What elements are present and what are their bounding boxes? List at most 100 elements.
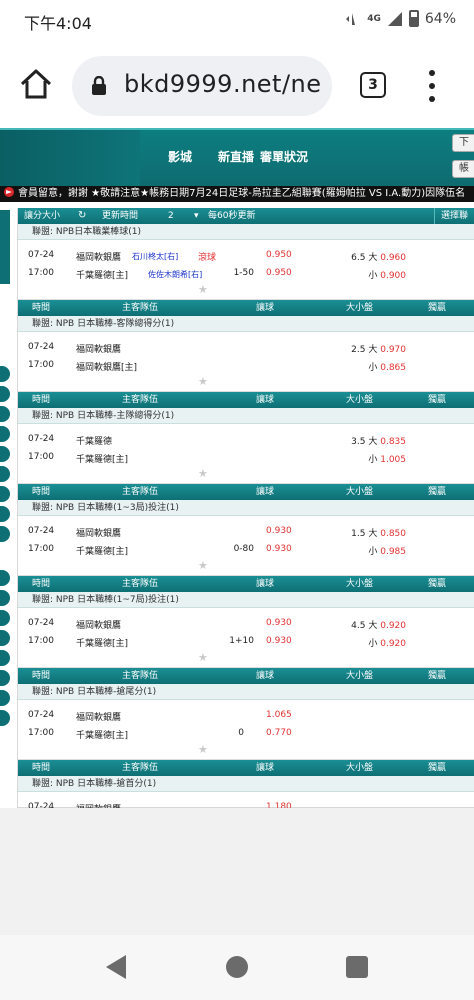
handicap-odds-home[interactable]: 0.930	[266, 526, 292, 536]
col-moneyline: 獨贏	[428, 303, 447, 313]
browser-toolbar: bkd9999.net/ne 3	[0, 44, 474, 128]
col-handicap: 讓球	[256, 303, 275, 313]
league-title[interactable]: 聯盟: NPB 日本職棒-搶尾分(1)	[18, 684, 474, 700]
over-under-under[interactable]: 小 1.005	[368, 452, 406, 465]
over-under-over[interactable]: 1.5 大 0.850	[351, 526, 406, 539]
team-away: 千葉羅德[主]	[76, 547, 129, 557]
odds-type-label[interactable]: 讓分大小	[24, 208, 60, 224]
col-teams: 主客隊伍	[122, 763, 159, 773]
over-under-over[interactable]: 6.5 大 0.960	[351, 250, 406, 263]
league-title[interactable]: 聯盟: NPB 日本職棒-主隊總得分(1)	[18, 408, 474, 424]
favorite-star-icon[interactable]: ★	[198, 651, 208, 664]
match-time: 17:00	[28, 452, 54, 462]
col-over-under: 大小盤	[346, 395, 374, 405]
announcement-marquee: 會員留意，謝謝 ★敬請注意★帳務日期7月24日足球-烏拉圭乙組聯賽(羅姆帕拉 V…	[0, 186, 474, 202]
col-time: 時間	[32, 671, 51, 681]
announcement-text: 會員留意，謝謝 ★敬請注意★帳務日期7月24日足球-烏拉圭乙組聯賽(羅姆帕拉 V…	[18, 188, 466, 199]
team-away: 千葉羅德[主]	[76, 455, 129, 465]
recent-apps-icon[interactable]	[346, 956, 368, 978]
lock-icon	[92, 76, 106, 95]
nav-cinema[interactable]: 影城	[168, 148, 192, 165]
column-header-row: 時間 主客隊伍 讓球 大小盤 獨贏	[18, 392, 474, 408]
browser-menu-icon[interactable]	[422, 70, 442, 102]
match-date: 07-24	[28, 250, 55, 260]
over-under-under[interactable]: 小 0.865	[368, 360, 406, 373]
col-over-under: 大小盤	[346, 671, 374, 681]
handicap-odds-away[interactable]: 0.770	[266, 728, 292, 738]
refresh-label[interactable]: 更新時間	[102, 208, 138, 224]
league-select-button[interactable]: 選擇聯	[434, 208, 474, 224]
col-moneyline: 獨贏	[428, 579, 447, 589]
column-header-row: 時間 主客隊伍 讓球 大小盤 獨贏	[18, 484, 474, 500]
chevron-down-icon[interactable]: ▾	[194, 208, 199, 224]
over-under-over[interactable]: 4.5 大 0.920	[351, 618, 406, 631]
refresh-icon[interactable]: ↻	[78, 208, 86, 224]
col-teams: 主客隊伍	[122, 303, 159, 313]
favorite-star-icon[interactable]: ★	[198, 559, 208, 572]
col-handicap: 讓球	[256, 395, 275, 405]
announcement-icon	[4, 187, 14, 197]
favorite-star-icon[interactable]: ★	[198, 743, 208, 756]
col-handicap: 讓球	[256, 671, 275, 681]
handicap-odds-away[interactable]: 0.930	[266, 544, 292, 554]
system-navbar	[0, 935, 474, 1000]
url-bar[interactable]: bkd9999.net/ne	[72, 56, 332, 116]
col-time: 時間	[32, 303, 51, 313]
over-under-over[interactable]: 2.5 大 0.970	[351, 342, 406, 355]
pitcher-home: 石川柊太[右]	[132, 252, 179, 261]
col-time: 時間	[32, 579, 51, 589]
league-title[interactable]: 聯盟: NPB 日本職棒(1~7局)投注(1)	[18, 592, 474, 608]
league-title[interactable]: 聯盟: NPB日本職業棒球(1)	[18, 224, 474, 240]
handicap-odds-home[interactable]: 0.930	[266, 618, 292, 628]
team-away: 千葉羅德[主]	[76, 639, 129, 649]
favorite-star-icon[interactable]: ★	[198, 375, 208, 388]
col-time: 時間	[32, 395, 51, 405]
sidebar-rail[interactable]	[0, 210, 10, 810]
back-icon[interactable]	[106, 955, 126, 979]
header-button-1[interactable]: 下	[452, 134, 474, 152]
col-moneyline: 獨贏	[428, 487, 447, 497]
pitcher-away: 佐佐木朗希[右]	[148, 270, 203, 279]
handicap-odds-away[interactable]: 0.930	[266, 636, 292, 646]
match-date: 07-24	[28, 526, 55, 536]
match-date: 07-24	[28, 618, 55, 628]
league-title[interactable]: 聯盟: NPB 日本職棒-客隊總得分(1)	[18, 316, 474, 332]
refresh-interval[interactable]: 每60秒更新	[208, 208, 255, 224]
column-header-row: 時間 主客隊伍 讓球 大小盤 獨贏	[18, 760, 474, 776]
match-time: 17:00	[28, 544, 54, 554]
handicap-odds-away[interactable]: 0.950	[266, 268, 292, 278]
header-button-2[interactable]: 帳	[452, 160, 474, 178]
team-away: 千葉羅德[主]	[76, 271, 129, 281]
handicap-line: 1-50	[233, 268, 254, 278]
col-moneyline: 獨贏	[428, 671, 447, 681]
league-title[interactable]: 聯盟: NPB 日本職棒-搶首分(1)	[18, 776, 474, 792]
league-title[interactable]: 聯盟: NPB 日本職棒(1~3局)投注(1)	[18, 500, 474, 516]
over-under-over[interactable]: 3.5 大 0.835	[351, 434, 406, 447]
favorite-star-icon[interactable]: ★	[198, 467, 208, 480]
match-time: 17:00	[28, 360, 54, 370]
handicap-line: 0-80	[233, 544, 254, 554]
home-icon[interactable]	[18, 66, 54, 102]
nav-bet-status[interactable]: 審單狀況	[260, 148, 308, 165]
network-label: 4G	[367, 13, 381, 24]
match-row: 07-24 17:00 福岡軟銀鷹 千葉羅德[主] ★ 0 1.065 0.770	[18, 700, 474, 760]
handicap-line: 0	[238, 728, 244, 738]
home-circle-icon[interactable]	[226, 956, 248, 978]
nav-live[interactable]: 新直播	[218, 148, 254, 165]
handicap-odds-home[interactable]: 1.065	[266, 710, 292, 720]
url-text[interactable]: bkd9999.net/ne	[124, 70, 322, 98]
status-time: 下午4:04	[24, 14, 92, 33]
odds-table: 讓分大小 ↻ 更新時間 2 ▾ 每60秒更新 選擇聯 聯盟: NPB日本職業棒球…	[17, 208, 474, 852]
col-over-under: 大小盤	[346, 303, 374, 313]
handicap-odds-home[interactable]: 0.950	[266, 250, 292, 260]
handicap-line: 1+10	[229, 636, 254, 646]
favorite-star-icon[interactable]: ★	[198, 283, 208, 296]
over-under-under[interactable]: 小 0.985	[368, 544, 406, 557]
team-home: 福岡軟銀鷹	[76, 529, 122, 539]
over-under-under[interactable]: 小 0.920	[368, 636, 406, 649]
over-under-under[interactable]: 小 0.900	[368, 268, 406, 281]
tab-switcher-button[interactable]: 3	[360, 72, 386, 98]
col-moneyline: 獨贏	[428, 395, 447, 405]
battery-icon	[408, 10, 419, 27]
col-teams: 主客隊伍	[122, 579, 159, 589]
